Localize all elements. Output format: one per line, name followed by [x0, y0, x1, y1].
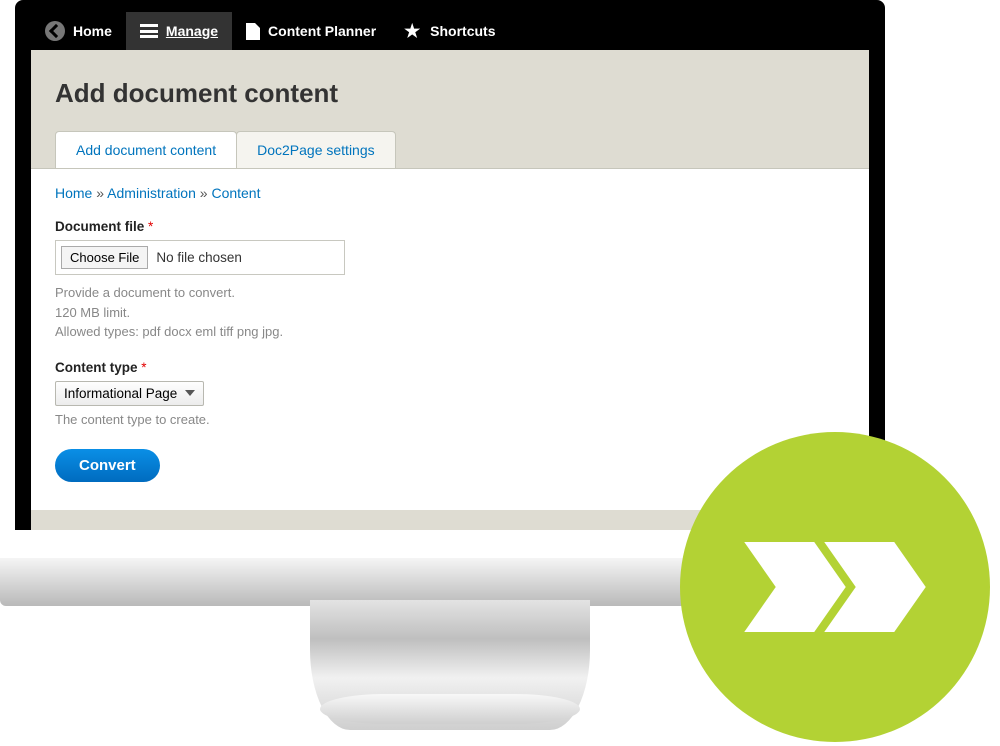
back-icon: [45, 21, 65, 41]
content-type-help: The content type to create.: [55, 412, 845, 427]
nav-shortcuts[interactable]: ★ Shortcuts: [390, 12, 509, 50]
breadcrumb-sep: »: [200, 185, 208, 201]
nav-content-planner[interactable]: Content Planner: [232, 12, 390, 50]
required-marker: *: [141, 360, 146, 375]
breadcrumb-sep: »: [96, 185, 104, 201]
nav-home-label: Home: [73, 23, 112, 39]
content-type-label: Content type *: [55, 360, 845, 375]
monitor-screen: Home Manage Content Planner ★ Shortcuts …: [15, 0, 885, 530]
hamburger-icon: [140, 24, 158, 38]
convert-button[interactable]: Convert: [55, 449, 160, 482]
monitor-stand: [310, 600, 590, 730]
page-content-area: Add document content Add document conten…: [31, 50, 869, 530]
breadcrumb-content[interactable]: Content: [211, 185, 260, 201]
admin-topbar: Home Manage Content Planner ★ Shortcuts: [31, 12, 869, 50]
chevron-down-icon: [185, 390, 195, 396]
content-type-value: Informational Page: [64, 386, 177, 401]
tab-doc2page-settings[interactable]: Doc2Page settings: [236, 131, 396, 168]
star-icon: ★: [404, 22, 422, 40]
breadcrumb-home[interactable]: Home: [55, 185, 92, 201]
nav-shortcuts-label: Shortcuts: [430, 23, 495, 39]
nav-home[interactable]: Home: [31, 12, 126, 50]
form-panel: Home » Administration » Content Document…: [31, 168, 869, 510]
nav-manage[interactable]: Manage: [126, 12, 232, 50]
breadcrumb: Home » Administration » Content: [55, 185, 845, 201]
tabs: Add document content Doc2Page settings: [55, 131, 845, 168]
forward-badge: [680, 432, 990, 742]
required-marker: *: [148, 219, 153, 234]
nav-manage-label: Manage: [166, 23, 218, 39]
document-file-label: Document file *: [55, 219, 845, 234]
nav-content-planner-label: Content Planner: [268, 23, 376, 39]
document-file-input[interactable]: Choose File No file chosen: [55, 240, 345, 275]
content-type-select[interactable]: Informational Page: [55, 381, 204, 406]
tab-add-document-content[interactable]: Add document content: [55, 131, 237, 168]
document-icon: [246, 23, 260, 40]
breadcrumb-administration[interactable]: Administration: [107, 185, 196, 201]
choose-file-button[interactable]: Choose File: [61, 246, 148, 269]
double-chevron-right-icon: [760, 527, 910, 647]
document-file-help: Provide a document to convert. 120 MB li…: [55, 283, 845, 342]
page-title: Add document content: [55, 78, 845, 109]
file-chosen-status: No file chosen: [156, 250, 242, 265]
